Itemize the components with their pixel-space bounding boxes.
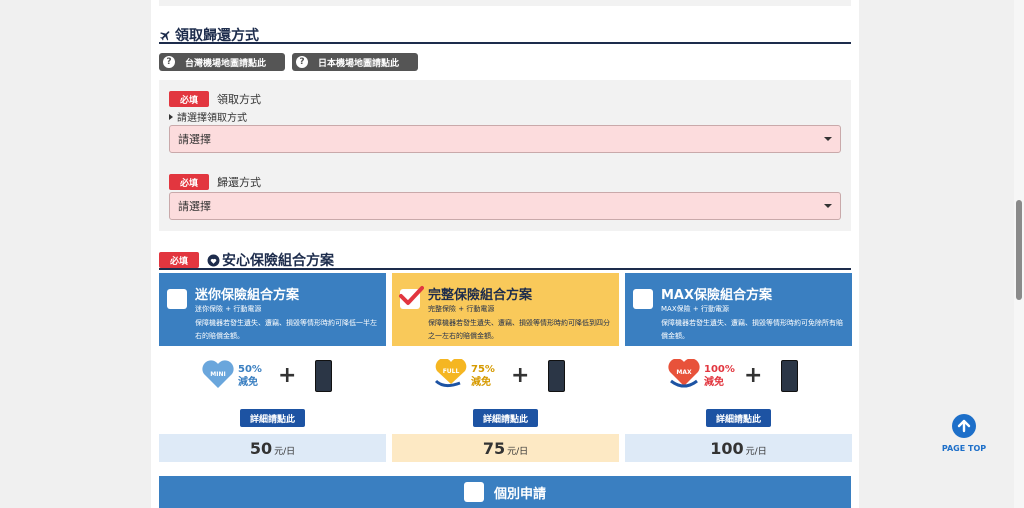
power-bank-icon [548,360,565,392]
plus-icon: + [278,363,297,388]
plan-checkbox-checked[interactable] [399,286,424,309]
percent-value: 75% [471,364,495,375]
plan-header: 完整保險組合方案 完整保險 + 行動電源 保障機器若發生遺失、遭竊、損毀等情形時… [392,273,619,346]
chevron-down-icon [824,137,832,141]
japan-airport-map-label: 日本機場地圖請點此 [318,58,400,69]
plan-description: 保障機器若發生遺失、遭竊、損毀等情形時約可降低一半左右的賠償金額。 [195,319,377,340]
question-icon: ? [163,56,175,68]
taiwan-airport-map-label: 台灣機場地圖請點此 [185,58,267,69]
plan-coverage: MAX 100% 減免 + 詳細請點此 [625,346,852,434]
badge-text: FULL [443,368,460,375]
section-divider [159,42,851,44]
plus-icon: + [511,363,530,388]
page-top-label: PAGE TOP [941,444,987,453]
individual-apply-button[interactable]: 個別申請 [159,476,851,508]
return-method-select[interactable]: 請選擇 [169,192,841,220]
plan-checkbox[interactable] [167,289,187,309]
individual-apply-checkbox[interactable] [463,482,484,502]
pickup-method-hint-text: 請選擇領取方式 [177,113,247,124]
plan-price: 100 元/日 [625,434,852,462]
pickup-method-hint: 請選擇領取方式 [169,109,247,124]
plan-detail-button[interactable]: 詳細請點此 [706,409,771,427]
required-badge: 必填 [169,174,209,190]
plus-icon: + [744,363,763,388]
plan-title: 迷你保險組合方案 [195,288,300,303]
price-unit: 元/日 [745,446,767,457]
pickup-method-select-value: 請選擇 [178,133,211,146]
heart-badge-icon: FULL [434,359,467,388]
badge-text: MAX [676,369,692,376]
reduce-label: 減免 [238,377,258,388]
plan-description: 保障機器若發生遺失、遭竊、損毀等情形時約可免除所有賠償金額。 [661,319,843,340]
plan-card-max[interactable]: MAX保險組合方案 MAX保險 + 行動電源 保障機器若發生遺失、遭竊、損毀等情… [625,273,852,462]
price-unit: 元/日 [274,446,296,457]
reduce-label: 減免 [471,377,491,388]
taiwan-airport-map-button[interactable]: ? 台灣機場地圖請點此 [159,53,285,71]
price-value: 75 [482,438,506,458]
individual-apply-label: 個別申請 [493,486,546,502]
power-bank-icon [781,360,798,392]
plan-title: 完整保險組合方案 [428,288,533,303]
scrollbar-thumb[interactable] [1016,200,1022,300]
heart-icon [207,254,220,267]
section-divider [159,268,851,270]
percent-reduce: 100% 減免 [704,363,735,389]
plan-detail-button[interactable]: 詳細請點此 [473,409,538,427]
required-badge: 必填 [159,252,199,268]
airplane-icon [159,29,172,42]
plan-price: 50 元/日 [159,434,386,462]
page-top-button[interactable]: PAGE TOP [938,414,990,453]
plan-card-mini[interactable]: 迷你保險組合方案 迷你保險 + 行動電源 保障機器若發生遺失、遭竊、損毀等情形時… [159,273,386,462]
question-icon: ? [296,56,308,68]
plan-price: 75 元/日 [392,434,619,462]
price-value: 50 [249,438,273,458]
checkmark-icon [399,286,424,305]
pickup-method-label: 必填 領取方式 [169,91,261,107]
plan-subtitle: 迷你保險 + 行動電源 [195,305,262,313]
plan-title: MAX保險組合方案 [661,288,773,303]
heart-badge-icon: MINI [202,360,234,388]
chevron-down-icon [824,204,832,208]
japan-airport-map-button[interactable]: ? 日本機場地圖請點此 [292,53,418,71]
plan-card-full[interactable]: 完整保險組合方案 完整保險 + 行動電源 保障機器若發生遺失、遭竊、損毀等情形時… [392,273,619,462]
percent-value: 50% [238,364,262,375]
arrow-up-icon [952,414,976,438]
plan-checkbox[interactable] [633,289,653,309]
required-badge: 必填 [169,91,209,107]
percent-value: 100% [704,364,735,375]
price-unit: 元/日 [507,446,529,457]
plan-header: 迷你保險組合方案 迷你保險 + 行動電源 保障機器若發生遺失、遭竊、損毀等情形時… [159,273,386,346]
heart-badge-icon: MAX [668,359,700,388]
badge-text: MINI [210,371,225,378]
insurance-section-title: 必填 安心保險組合方案 [159,250,334,270]
percent-reduce: 75% 減免 [471,363,495,389]
plan-description: 保障機器若發生遺失、遭竊、損毀等情形時約可降低到四分之一左右的賠償金額。 [428,319,610,340]
plan-subtitle: MAX保險 + 行動電源 [661,305,729,313]
plan-coverage: MINI 50% 減免 + 詳細請點此 [159,346,386,434]
percent-reduce: 50% 減免 [238,363,262,389]
return-method-select-value: 請選擇 [178,200,211,213]
reduce-label: 減免 [704,377,724,388]
caret-right-icon [169,113,173,120]
insurance-section-title-text: 安心保險組合方案 [222,253,334,269]
pickup-method-select[interactable]: 請選擇 [169,125,841,153]
plan-header: MAX保險組合方案 MAX保險 + 行動電源 保障機器若發生遺失、遭竊、損毀等情… [625,273,852,346]
plan-detail-button[interactable]: 詳細請點此 [240,409,305,427]
previous-section-bottom [159,0,851,6]
return-method-label-text: 歸還方式 [217,176,261,189]
power-bank-icon [315,360,332,392]
scrollbar[interactable] [1014,0,1024,508]
pickup-method-label-text: 領取方式 [217,93,261,106]
price-value: 100 [710,438,744,458]
plan-subtitle: 完整保險 + 行動電源 [428,305,495,313]
return-method-label: 必填 歸還方式 [169,174,261,190]
plan-coverage: FULL 75% 減免 + 詳細請點此 [392,346,619,434]
